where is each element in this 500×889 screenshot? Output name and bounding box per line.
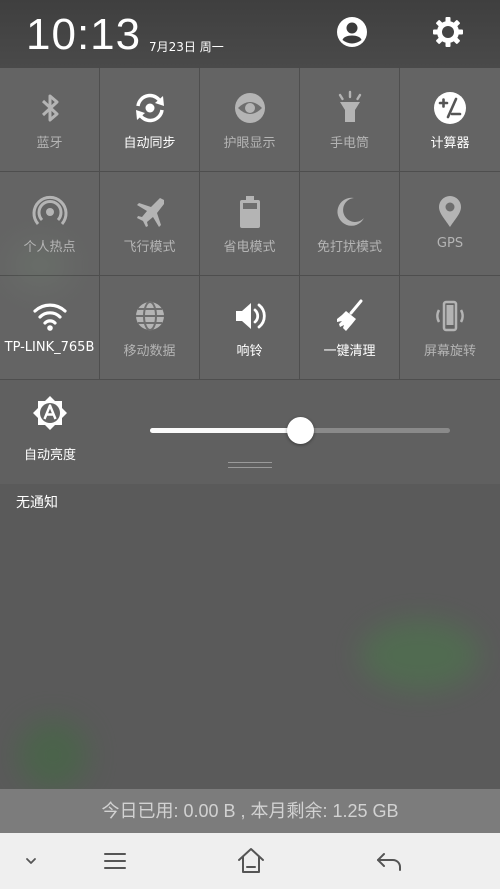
tile-label: 省电模式 [223,240,276,255]
wifi-icon [32,303,67,331]
bluetooth-icon [41,94,58,122]
globe-icon [135,301,164,331]
tile-label: 飞行模式 [123,240,176,255]
drag-handle-line [228,462,272,463]
clock: 10:13 [26,10,142,59]
home-icon [238,848,264,873]
tile-power-saving[interactable]: 省电模式 [200,172,300,276]
tile-wifi[interactable]: TP-LINK_765B [0,276,100,380]
navigation-bar [0,833,500,889]
settings-button[interactable] [430,14,466,50]
tile-eye-care[interactable]: 护眼显示 [200,68,300,172]
tile-label: TP-LINK_765B [4,340,95,355]
tile-label: 手电筒 [329,136,369,151]
tile-auto-sync[interactable]: 自动同步 [100,68,200,172]
tile-bluetooth[interactable]: 蓝牙 [0,68,100,172]
screen-rotate-icon [436,300,464,332]
user-avatar-button[interactable] [334,14,370,50]
shade-header: 10:13 7月23日 周一 [0,0,500,68]
tile-label: 个人热点 [23,240,76,255]
location-pin-icon [439,196,461,227]
data-usage-bar[interactable]: 今日已用: 0.00 B , 本月剩余: 1.25 GB [0,789,500,833]
gear-icon [433,17,463,47]
tile-label: 计算器 [430,136,470,151]
brightness-slider-fill [150,428,300,433]
home-button[interactable] [233,843,269,879]
sync-icon [135,93,164,123]
moon-icon [336,197,364,226]
menu-icon [104,853,126,869]
tile-label: 响铃 [236,344,263,359]
brightness-slider[interactable] [150,417,450,444]
tile-gps[interactable]: GPS [400,172,500,276]
quick-settings-grid: 蓝牙 自动同步 护眼显示 手电筒 计算器 个人热点 飞行模式 省电模式 免打扰模… [0,68,500,380]
drag-handle[interactable] [228,462,272,470]
eye-icon [234,93,265,123]
battery-icon [239,196,260,228]
auto-brightness-toggle[interactable]: 自动亮度 [0,380,100,484]
menu-button[interactable] [97,843,133,879]
chevron-down-icon [26,858,36,864]
tile-calculator[interactable]: 计算器 [400,68,500,172]
tile-label: GPS [436,236,464,251]
tile-airplane-mode[interactable]: 飞行模式 [100,172,200,276]
hide-navbar-button[interactable] [13,843,49,879]
tile-label: 屏幕旋转 [423,344,476,359]
drag-handle-line [228,467,272,468]
back-icon [377,853,401,871]
broom-icon [336,299,362,331]
tile-screen-rotation[interactable]: 屏幕旋转 [400,276,500,380]
airplane-icon [136,198,164,227]
tile-mobile-data[interactable]: 移动数据 [100,276,200,380]
tile-label: 蓝牙 [36,136,63,151]
tile-flashlight[interactable]: 手电筒 [300,68,400,172]
empty-notifications-text: 无通知 [16,495,58,511]
flashlight-icon [338,90,361,122]
tile-ringer[interactable]: 响铃 [200,276,300,380]
tile-label: 移动数据 [123,344,176,359]
speaker-icon [235,303,266,329]
notification-shade: 10:13 7月23日 周一 蓝牙 自动同步 护眼显示 手电筒 计算器 个人热点… [0,0,500,889]
tile-do-not-disturb[interactable]: 免打扰模式 [300,172,400,276]
user-avatar-icon [337,17,367,47]
date-label: 7月23日 周一 [149,40,224,54]
calculator-icon [434,92,466,124]
auto-brightness-label: 自动亮度 [23,448,76,463]
tile-one-key-clean[interactable]: 一键清理 [300,276,400,380]
tile-label: 护眼显示 [223,136,276,151]
back-button[interactable] [371,843,407,879]
tile-label: 一键清理 [323,344,376,359]
tile-label: 免打扰模式 [316,240,382,255]
brightness-slider-thumb[interactable] [287,417,314,444]
tile-label: 自动同步 [123,136,176,151]
brightness-panel: 自动亮度 [0,380,500,484]
tile-hotspot[interactable]: 个人热点 [0,172,100,276]
notification-list: 无通知 [0,484,500,789]
auto-brightness-icon [33,396,67,430]
hotspot-icon [32,195,67,225]
